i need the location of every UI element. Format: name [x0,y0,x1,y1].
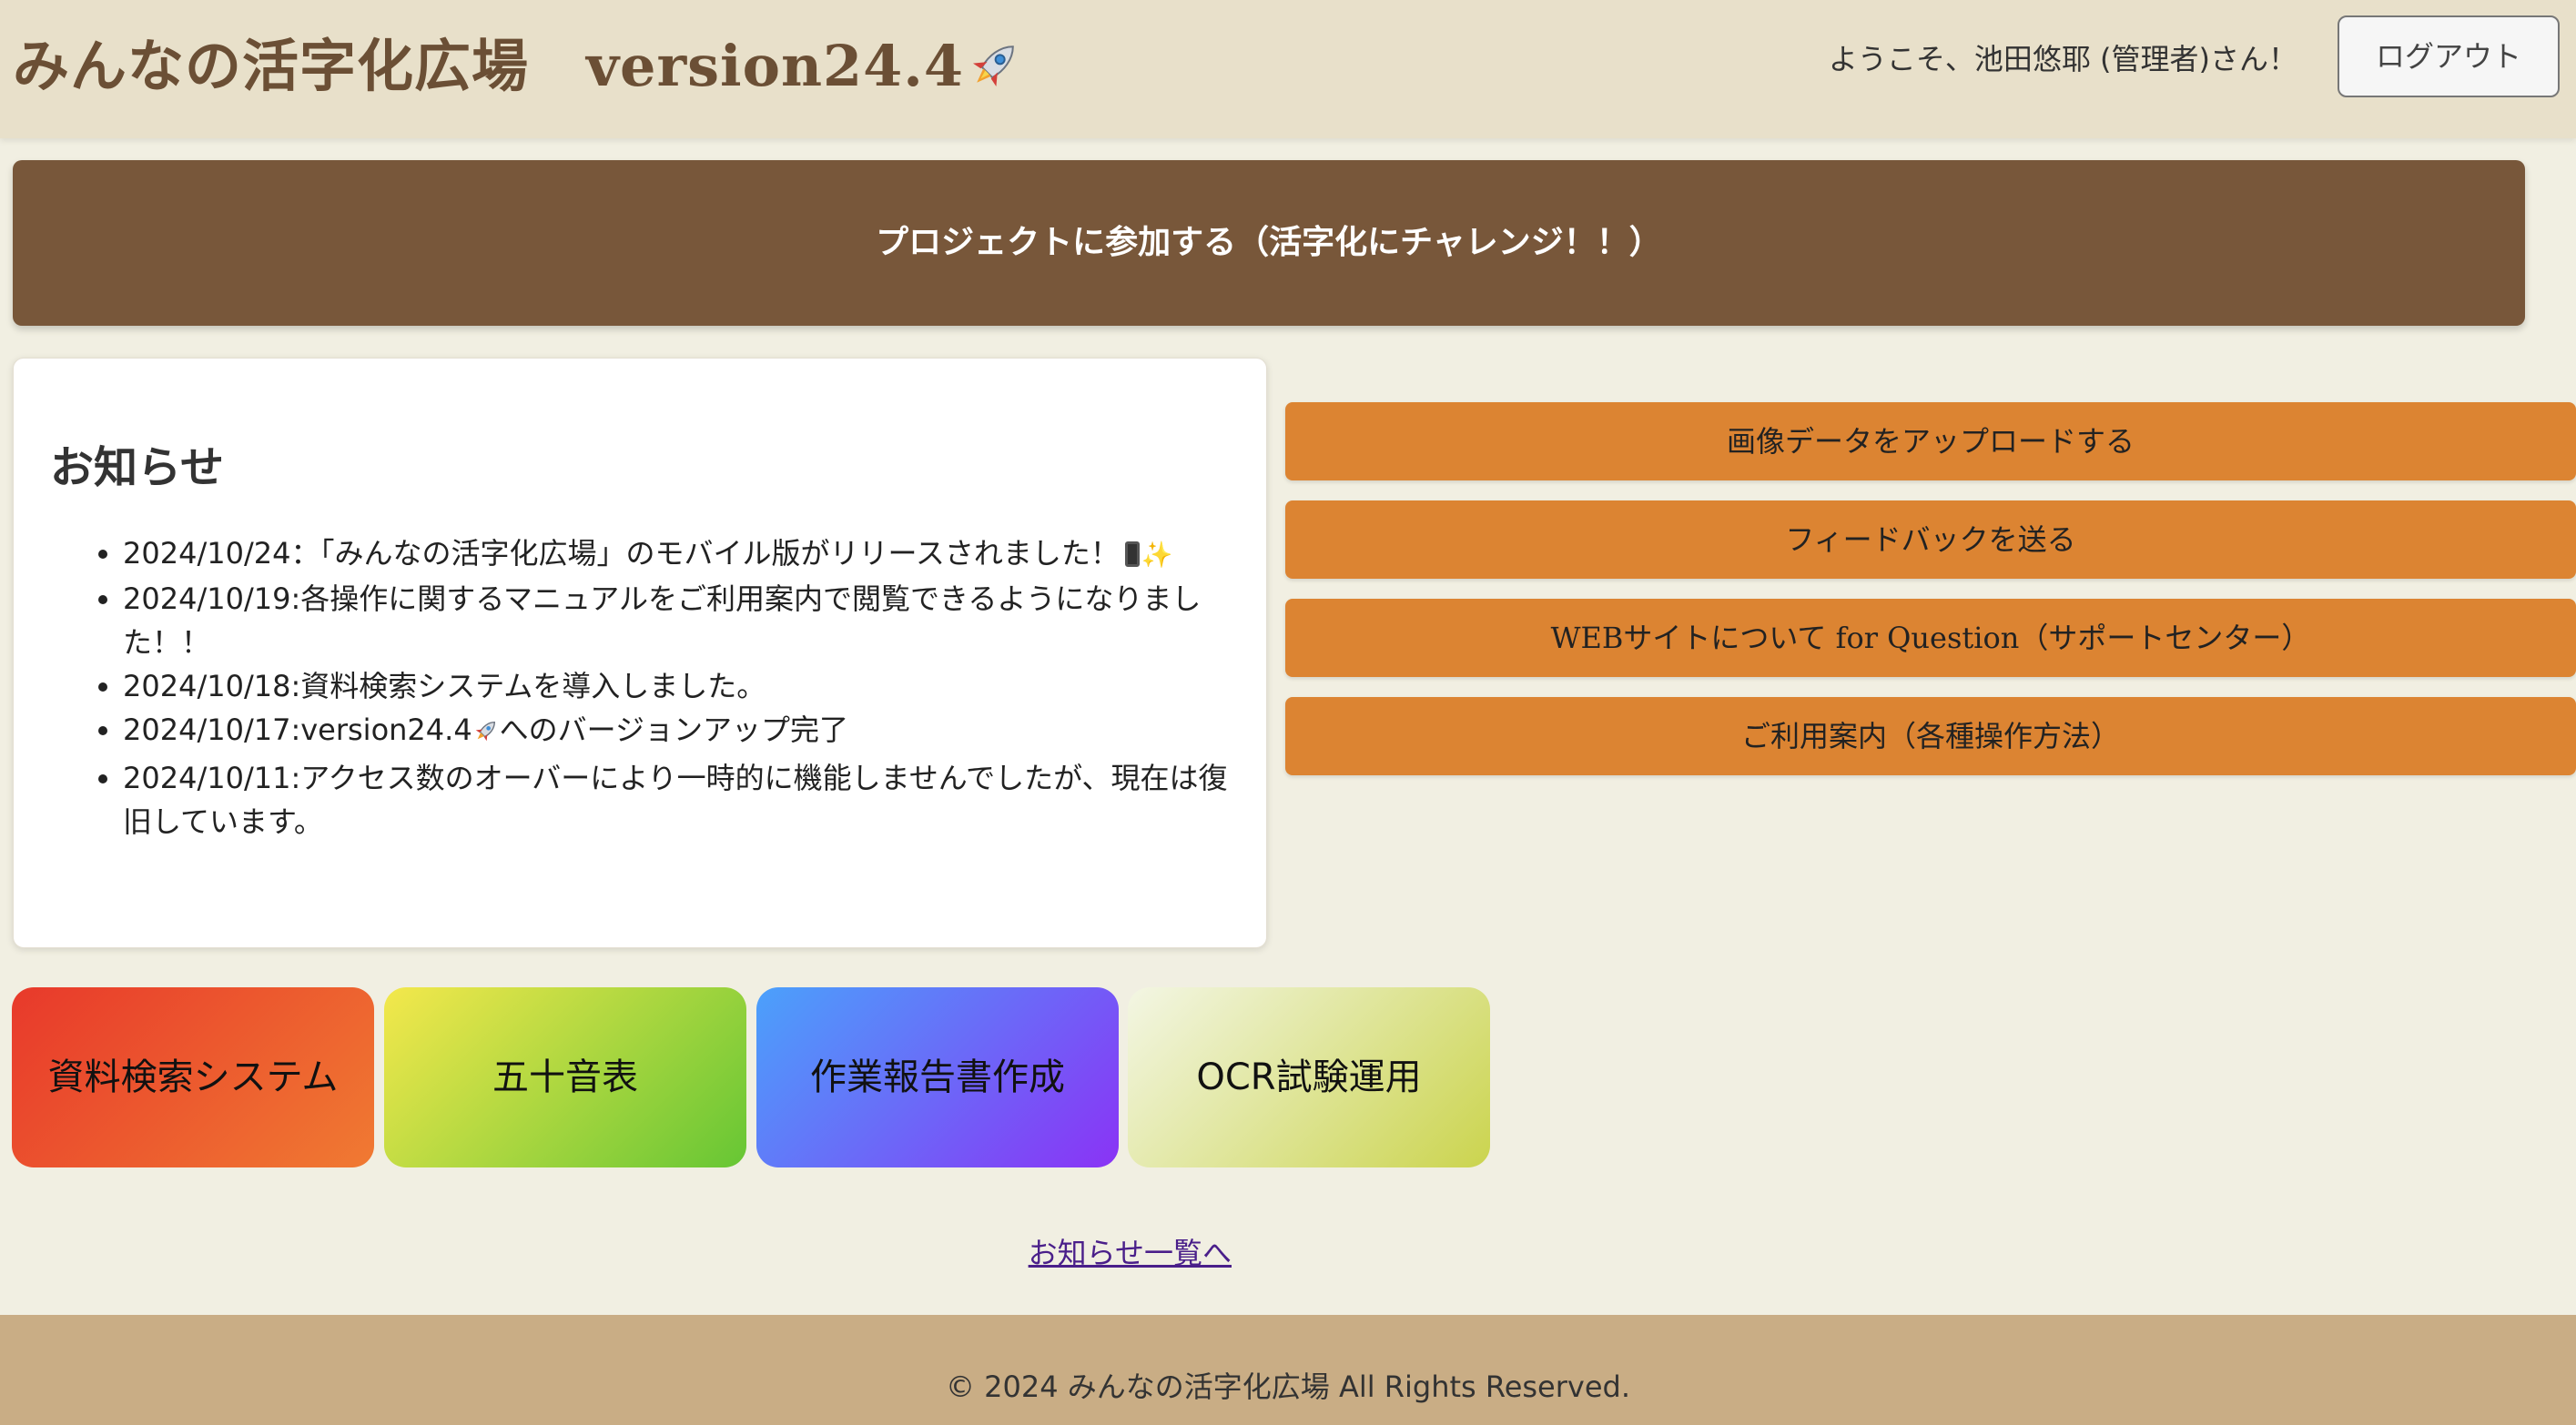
rocket-icon [966,35,1024,107]
logout-button[interactable]: ログアウト [2338,15,2560,97]
work-report-tile[interactable]: 作業報告書作成 [756,987,1119,1167]
copyright-text: © 2024 みんなの活字化広場 All Rights Reserved. [945,1369,1631,1404]
upload-image-button[interactable]: 画像データをアップロードする [1285,402,2576,480]
support-center-button[interactable]: WEBサイトについて for Question（サポートセンター） [1285,599,2576,677]
send-feedback-button[interactable]: フィードバックを送る [1285,500,2576,579]
news-card: お知らせ 2024/10/24：「みんなの活字化広場」のモバイル版がリリースされ… [13,358,1267,1270]
news-item: 2024/10/11:アクセス数のオーバーにより一時的に機能しませんでしたが、現… [123,756,1244,844]
news-item-text: 2024/10/11:アクセス数のオーバーにより一時的に機能しませんでしたが、現… [123,761,1228,839]
site-title-text: みんなの活字化広場 version24.4 [13,33,965,99]
join-project-button[interactable]: プロジェクトに参加する（活字化にチャレンジ！！） [13,160,2525,326]
news-item: 2024/10/18:資料検索システムを導入しました。 [123,664,1244,708]
rocket-icon [472,712,500,756]
news-item-text: 2024/10/18:資料検索システムを導入しました。 [123,669,766,703]
news-item-text-suffix: へのバージョンアップ完了 [499,712,849,747]
ocr-trial-tile[interactable]: OCR試験運用 [1128,987,1490,1167]
gojuon-table-tile[interactable]: 五十音表 [384,987,746,1167]
news-item: 2024/10/17:version24.4 へのバージョンアップ完了 [123,708,1244,756]
news-item: 2024/10/19:各操作に関するマニュアルをご利用案内で閲覧できるようになり… [123,577,1244,664]
site-header: みんなの活字化広場 version24.4 ようこそ、池田悠耶 (管理者)さん！… [0,0,2576,138]
site-footer: © 2024 みんなの活字化広場 All Rights Reserved. [0,1315,2576,1425]
mobile-phone-icon [1124,541,1140,567]
usage-guide-button[interactable]: ご利用案内（各種操作方法） [1285,697,2576,775]
news-item-text: 2024/10/19:各操作に関するマニュアルをご利用案内で閲覧できるようになり… [123,581,1202,660]
news-item: 2024/10/24：「みんなの活字化広場」のモバイル版がリリースされました！ ✨ [123,531,1244,577]
welcome-message: ようこそ、池田悠耶 (管理者)さん！ [1828,42,2297,76]
news-list: 2024/10/24：「みんなの活字化広場」のモバイル版がリリースされました！ ✨… [123,531,1244,844]
news-item-text: 2024/10/24：「みんなの活字化広場」のモバイル版がリリースされました！ [123,536,1120,571]
news-item-text: 2024/10/17:version24.4 [123,712,472,747]
sparkles-icon: ✨ [1141,540,1173,570]
document-search-tile[interactable]: 資料検索システム [12,987,374,1167]
site-title: みんなの活字化広場 version24.4 [13,20,1024,107]
news-list-link[interactable]: お知らせ一覧へ [1029,1230,1232,1272]
news-title: お知らせ [50,442,225,493]
